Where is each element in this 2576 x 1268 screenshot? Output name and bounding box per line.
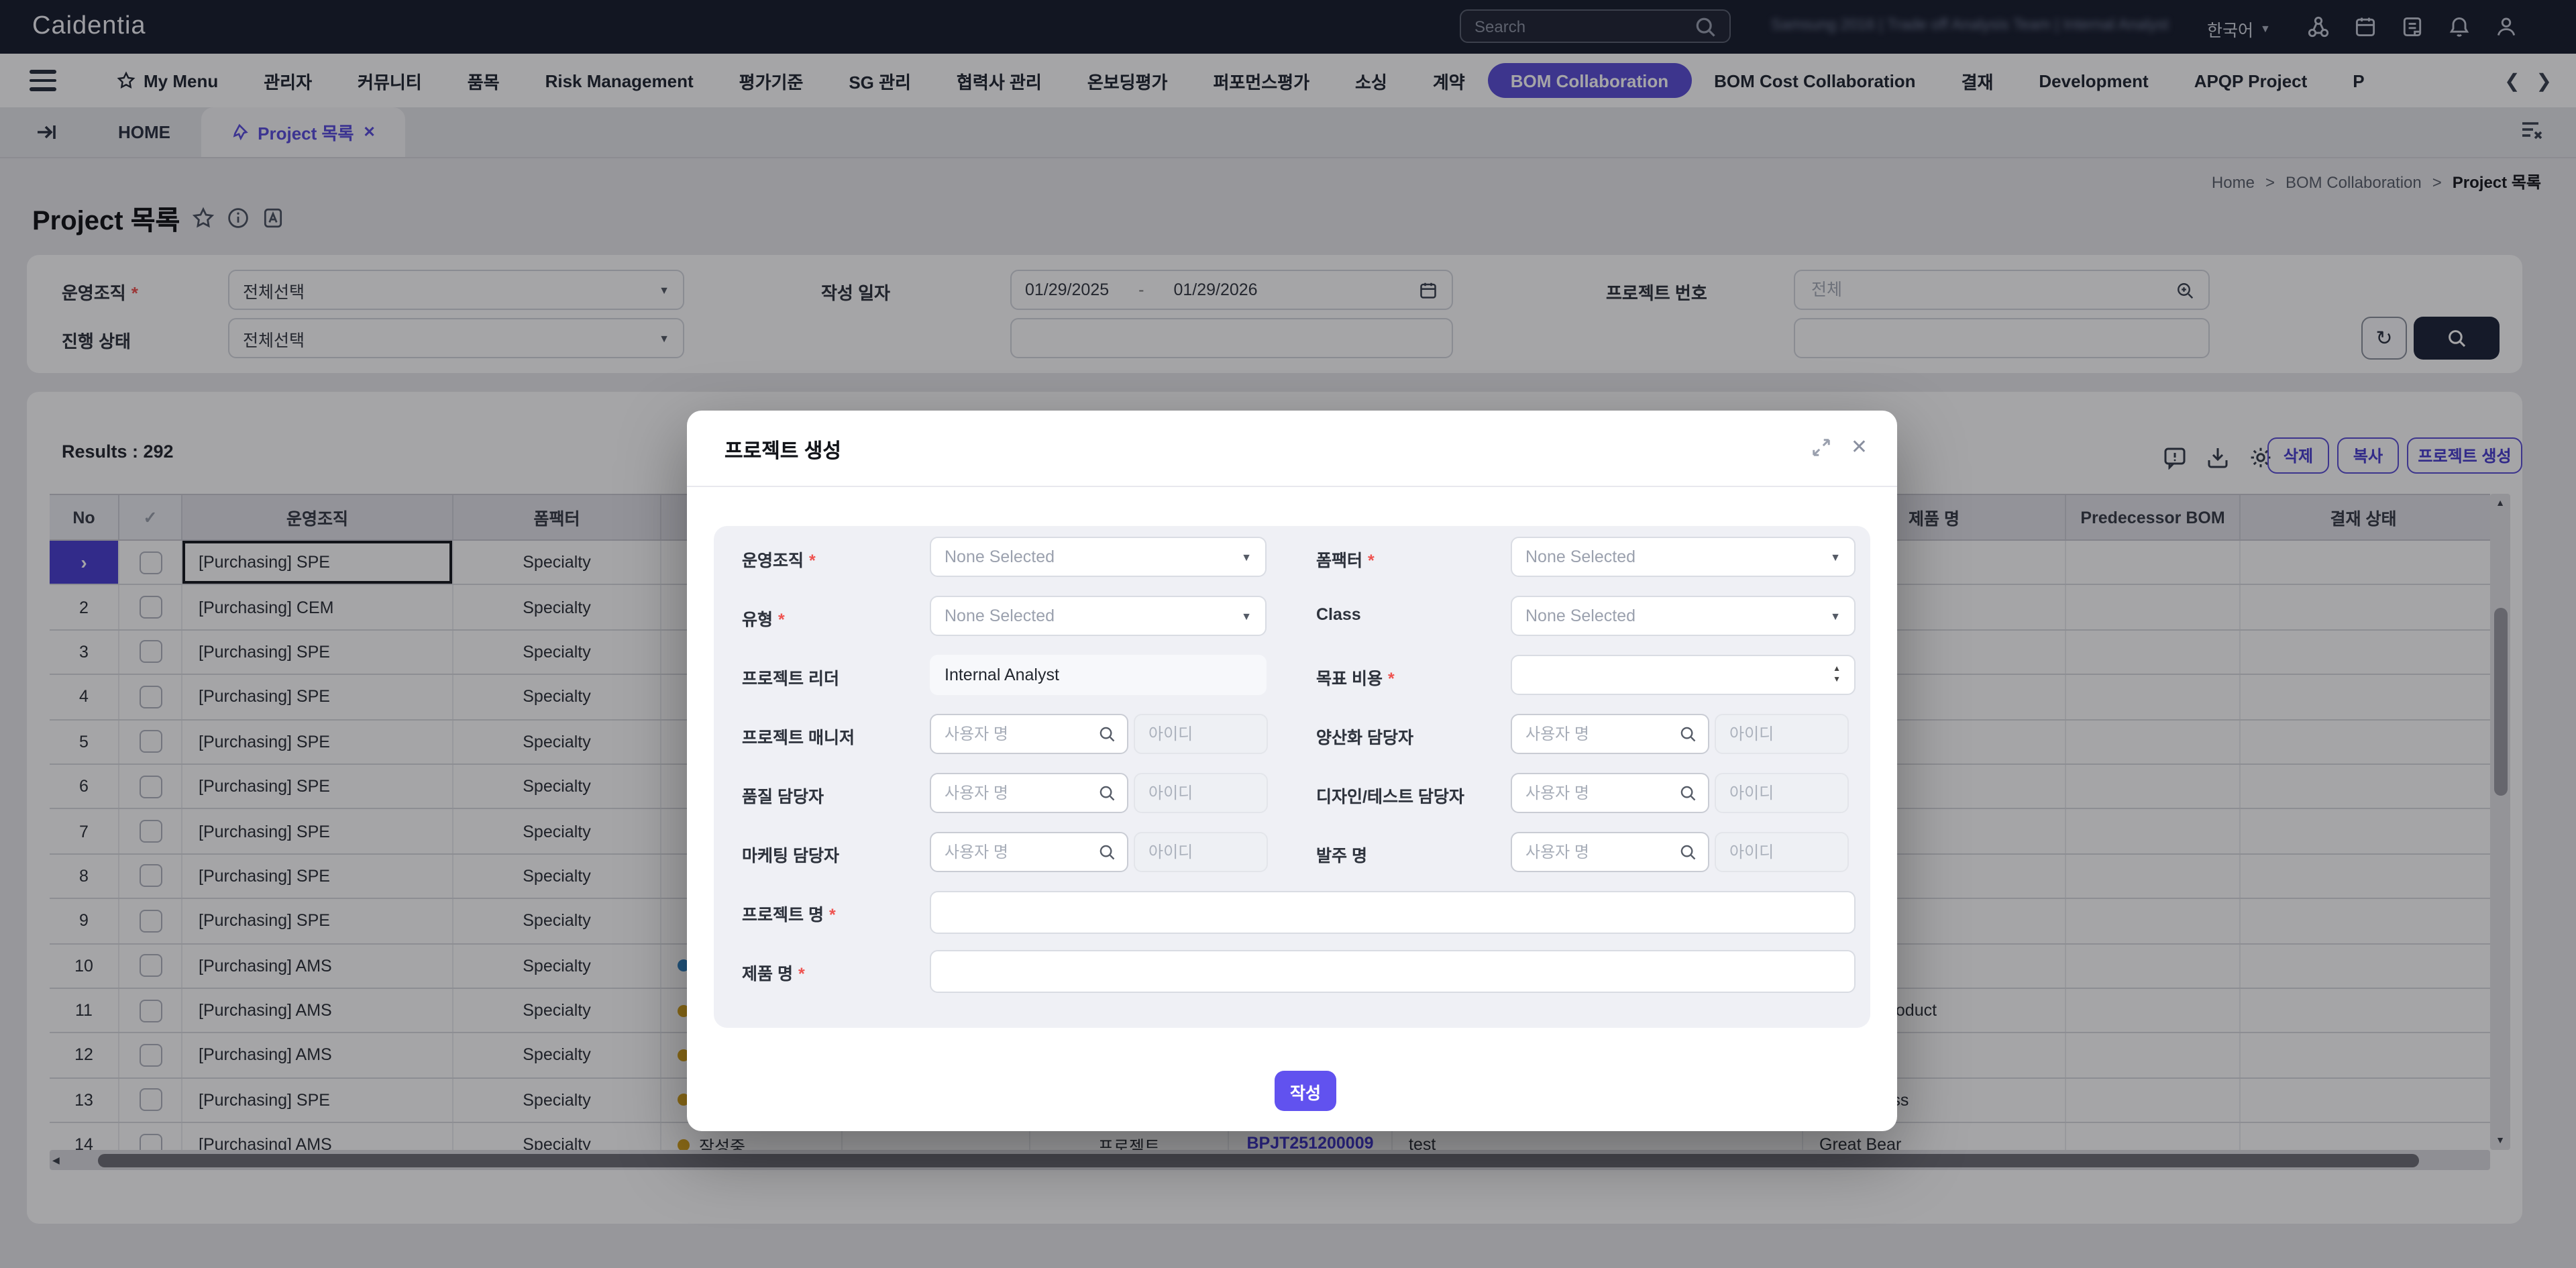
submit-button[interactable]: 작성 — [1275, 1071, 1336, 1111]
quality-label: 품질 담당자 — [742, 782, 824, 808]
type-select[interactable]: None Selected▼ — [930, 596, 1267, 636]
search-icon — [1678, 784, 1697, 802]
expand-icon[interactable] — [1812, 437, 1832, 457]
target-cost-label: 목표 비용 — [1316, 670, 1383, 688]
project-leader-field: Internal Analyst — [930, 655, 1267, 695]
modal-form: 운영조직* None Selected▼ 폼팩터* None Selected▼… — [714, 526, 1870, 1028]
target-cost-input[interactable]: ▲▼ — [1511, 655, 1856, 695]
form-factor-label: 폼팩터 — [1316, 551, 1362, 570]
app-root: Caidentia Samsung 2016 | Trade off Analy… — [0, 0, 2576, 1268]
class-select[interactable]: None Selected▼ — [1511, 596, 1856, 636]
order-label: 발주 명 — [1316, 841, 1367, 867]
pm-id-input[interactable] — [1146, 723, 1256, 745]
search-icon — [1097, 843, 1116, 861]
design-test-label: 디자인/테스트 담당자 — [1316, 782, 1464, 808]
pm-user-input[interactable] — [942, 723, 1097, 745]
project-name-input[interactable] — [930, 891, 1856, 934]
class-label: Class — [1316, 605, 1361, 624]
design-test-user-input[interactable] — [1523, 782, 1678, 804]
design-test-id-input[interactable] — [1727, 782, 1837, 804]
marketing-id-input[interactable] — [1146, 841, 1256, 863]
search-icon — [1097, 725, 1116, 743]
search-icon — [1097, 784, 1116, 802]
search-icon — [1678, 725, 1697, 743]
quality-id-input[interactable] — [1146, 782, 1256, 804]
marketing-user-input[interactable] — [942, 841, 1097, 863]
product-name-input[interactable] — [930, 950, 1856, 993]
create-project-modal: 프로젝트 생성 ✕ 운영조직* None Selected▼ 폼팩터* None… — [687, 411, 1897, 1131]
mass-prod-user-input[interactable] — [1523, 723, 1678, 745]
order-user-input[interactable] — [1523, 841, 1678, 863]
search-icon — [1678, 843, 1697, 861]
org-select[interactable]: None Selected▼ — [930, 537, 1267, 577]
mass-prod-id-input[interactable] — [1727, 723, 1837, 745]
type-label: 유형 — [742, 611, 773, 629]
form-factor-select[interactable]: None Selected▼ — [1511, 537, 1856, 577]
project-name-label: 프로젝트 명 — [742, 906, 824, 924]
product-name-label: 제품 명 — [742, 965, 793, 984]
leader-label: 프로젝트 리더 — [742, 664, 839, 690]
modal-title: 프로젝트 생성 — [724, 436, 841, 464]
mass-prod-label: 양산화 담당자 — [1316, 723, 1413, 749]
org-label: 운영조직 — [742, 551, 804, 570]
close-icon[interactable]: ✕ — [1851, 435, 1868, 459]
pm-label: 프로젝트 매니저 — [742, 723, 855, 749]
stepper-icons[interactable]: ▲▼ — [1833, 666, 1841, 684]
quality-user-input[interactable] — [942, 782, 1097, 804]
marketing-label: 마케팅 담당자 — [742, 841, 839, 867]
order-id-input[interactable] — [1727, 841, 1837, 863]
